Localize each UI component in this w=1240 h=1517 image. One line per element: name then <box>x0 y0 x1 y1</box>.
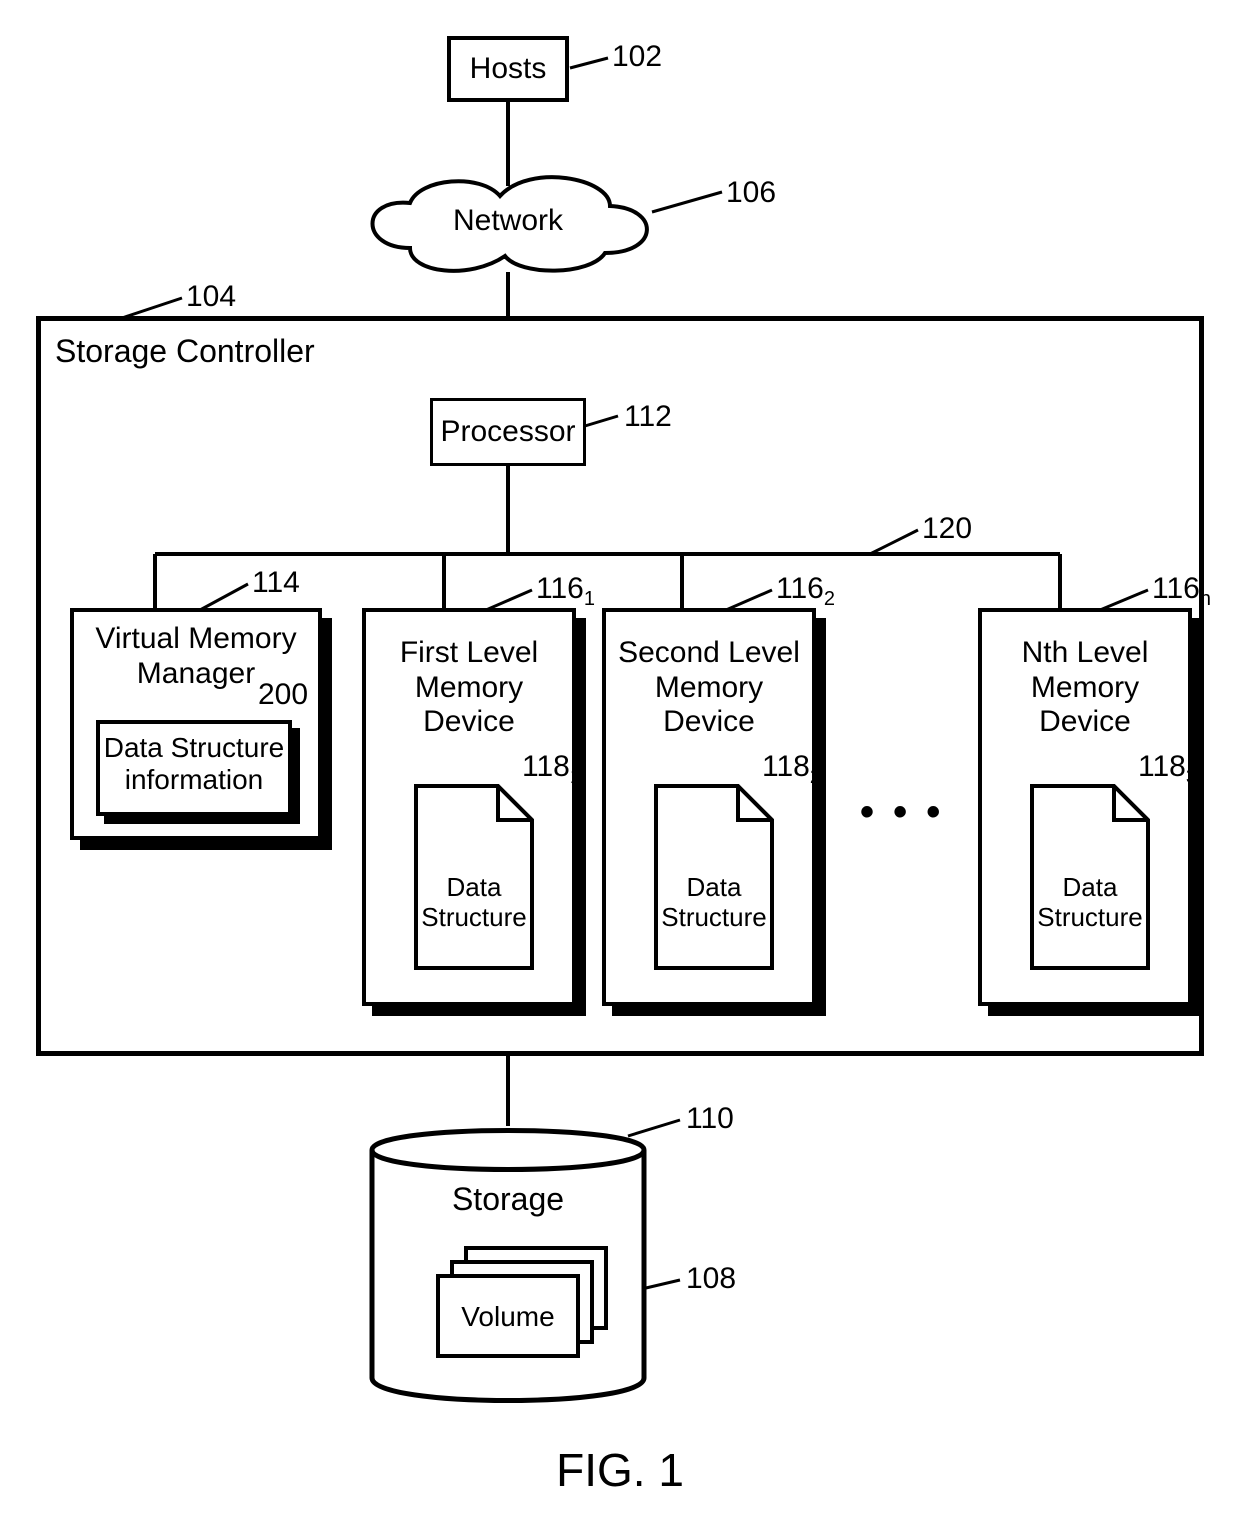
network-cloud: Network <box>350 168 666 278</box>
dsi-label: Data Structure information <box>100 724 288 796</box>
mem1-box: First Level Memory Device DataStructure <box>362 608 576 1006</box>
ds2-doc-icon: DataStructure <box>654 784 774 970</box>
ds3-ref: 1183 <box>1138 750 1197 789</box>
hosts-box: Hosts <box>447 36 569 102</box>
memn-label: Nth Level Memory Device <box>982 612 1188 740</box>
processor-box: Processor <box>430 398 586 466</box>
hosts-label: Hosts <box>470 52 547 86</box>
ellipsis: • • • <box>860 790 944 835</box>
processor-ref: 112 <box>624 400 672 434</box>
ds3-doc-icon: DataStructure <box>1030 784 1150 970</box>
memn-ref: 116n <box>1152 572 1211 611</box>
volume-label: Volume <box>461 1301 554 1332</box>
storage-label: Storage <box>452 1181 564 1217</box>
volume-stack: Volume <box>438 1248 606 1356</box>
dsi-ref: 200 <box>258 678 308 712</box>
ds1-ref: 1181 <box>522 750 581 789</box>
ds1-doc-icon: DataStructure <box>414 784 534 970</box>
network-ref: 106 <box>726 176 776 210</box>
mem1-label: First Level Memory Device <box>366 612 572 740</box>
vmm-ref: 114 <box>252 566 300 600</box>
vmm-box: Virtual Memory Manager Data Structure in… <box>70 608 322 840</box>
memn-box: Nth Level Memory Device DataStructure <box>978 608 1192 1006</box>
mem2-box: Second Level Memory Device DataStructure <box>602 608 816 1006</box>
mem1-ref: 1161 <box>536 572 595 611</box>
volume-ref: 108 <box>686 1262 736 1296</box>
figure-label: FIG. 1 <box>0 1443 1240 1497</box>
bus-ref: 120 <box>922 512 972 546</box>
mem2-ref: 1162 <box>776 572 835 611</box>
dsi-box: Data Structure information <box>96 720 292 816</box>
storage-ref: 110 <box>686 1102 734 1136</box>
storage-controller-label: Storage Controller <box>55 333 315 370</box>
processor-label: Processor <box>440 415 575 449</box>
hosts-ref: 102 <box>612 40 662 74</box>
storage-controller-ref: 104 <box>186 280 236 314</box>
storage-cylinder: Storage Volume <box>362 1116 654 1416</box>
mem2-label: Second Level Memory Device <box>606 612 812 740</box>
network-label: Network <box>453 204 564 237</box>
ds2-ref: 1182 <box>762 750 821 789</box>
